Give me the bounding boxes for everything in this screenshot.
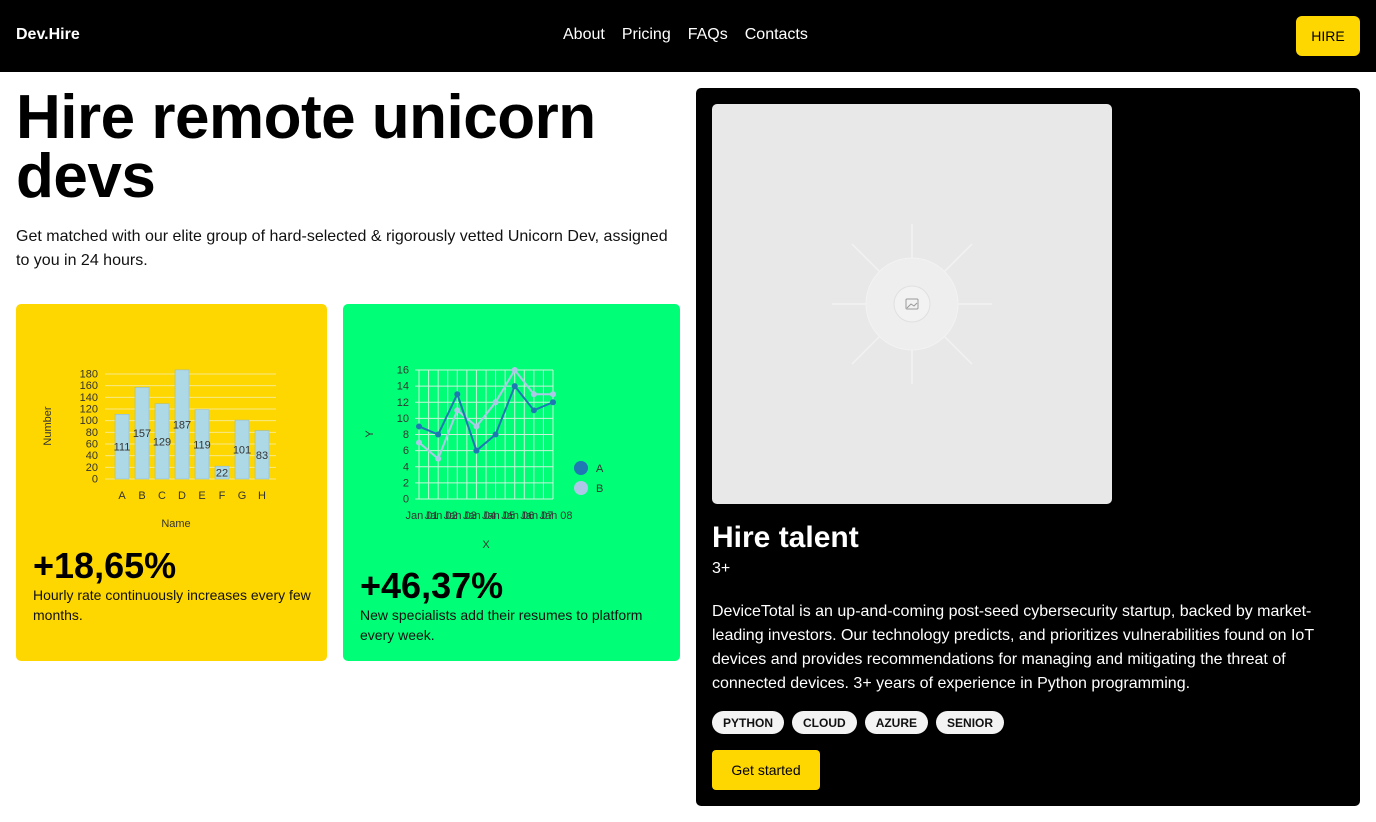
tag-senior[interactable]: SENIOR	[936, 711, 1005, 734]
y-tick-label: 20	[86, 462, 98, 474]
talent-image-placeholder	[712, 104, 1112, 504]
data-point-A	[473, 447, 480, 454]
data-point-B	[416, 439, 422, 446]
legend-marker-B	[574, 481, 588, 495]
y-tick-label: 16	[397, 365, 409, 377]
nav-link-contacts[interactable]: Contacts	[745, 26, 808, 44]
bar-data-label: 22	[216, 468, 228, 480]
y-tick-label: 0	[403, 494, 409, 506]
y-axis-label: Y	[364, 430, 376, 438]
y-tick-label: 180	[80, 369, 98, 381]
legend-label-B: B	[596, 483, 603, 495]
stat-value: +46,37%	[360, 565, 504, 606]
tag-azure[interactable]: AZURE	[864, 711, 929, 734]
y-tick-label: 80	[86, 427, 98, 439]
data-point-A	[454, 391, 461, 398]
bar-data-label: 129	[153, 436, 171, 448]
stat-description: Hourly rate continuously increases every…	[33, 587, 311, 623]
nav-link-pricing[interactable]: Pricing	[622, 26, 671, 44]
bar-data-label: 187	[173, 419, 191, 431]
image-placeholder-icon	[832, 224, 992, 384]
stat-value: +18,65%	[33, 545, 177, 586]
hero-subtitle: Get matched with our elite group of hard…	[16, 228, 668, 269]
talent-description: DeviceTotal is an up-and-coming post-see…	[712, 603, 1314, 692]
tag-cloud[interactable]: CLOUD	[792, 711, 857, 734]
stat-card-new-specialists: 0 2 4 6 8 10 12 14 16 Jan 01 Jan 02 Jan 03 Jan 04 Jan…	[343, 304, 680, 661]
x-axis-label: Name	[161, 518, 190, 530]
y-tick-label: 4	[403, 461, 409, 473]
data-point-B	[492, 399, 499, 406]
data-point-B	[454, 407, 461, 414]
legend-marker-A	[574, 461, 588, 475]
y-tick-label: 8	[403, 429, 409, 441]
hero-title: Hire remote unicorn devs	[16, 83, 596, 211]
y-tick-label: 10	[397, 413, 409, 425]
nav-link-about[interactable]: About	[563, 26, 605, 44]
x-tick-label: G	[238, 490, 247, 502]
x-tick-label: Jan 08	[539, 510, 572, 522]
x-tick-label: E	[198, 490, 205, 502]
data-point-A	[435, 431, 442, 438]
legend-label-A: A	[596, 463, 604, 475]
data-point-B	[435, 455, 442, 462]
hire-button[interactable]: HIRE	[1296, 16, 1360, 56]
x-tick-label: D	[178, 490, 186, 502]
x-tick-label: A	[118, 490, 126, 502]
data-point-B	[550, 391, 556, 398]
x-tick-label: F	[219, 490, 226, 502]
brand-logo[interactable]: Dev.Hire	[16, 26, 80, 44]
data-point-A	[530, 407, 537, 414]
bar-data-label: 157	[133, 428, 151, 440]
talent-title: Hire talent	[712, 521, 859, 554]
y-tick-label: 12	[397, 397, 409, 409]
top-navbar: Dev.Hire About Pricing FAQs Contacts HIR…	[0, 0, 1376, 72]
x-axis-label: X	[482, 539, 490, 551]
data-point-B	[530, 391, 537, 398]
x-tick-label: H	[258, 490, 266, 502]
y-tick-label: 6	[403, 445, 409, 457]
data-point-A	[492, 431, 499, 438]
y-tick-label: 60	[86, 439, 98, 451]
nav-links: About Pricing FAQs Contacts	[563, 26, 808, 44]
bar-data-label: 83	[256, 450, 268, 462]
x-tick-label: B	[138, 490, 145, 502]
bar-chart: 020406080100120140160180 111 A 157 B 129 C 187 D…	[42, 369, 276, 530]
x-tick-label: C	[158, 490, 166, 502]
y-tick-label: 120	[80, 404, 98, 416]
bar-data-label: 101	[233, 445, 251, 457]
data-point-A	[416, 423, 422, 430]
y-tick-label: 2	[403, 477, 409, 489]
y-axis-label: Number	[42, 406, 54, 445]
data-point-B	[473, 423, 480, 430]
data-point-A	[550, 399, 556, 406]
skill-tags: PYTHON CLOUD AZURE SENIOR	[712, 711, 1005, 734]
line-chart: 0246810121416Jan 01Jan 02Jan 03Jan 04Jan…	[364, 365, 604, 552]
stat-description: New specialists add their resumes to pla…	[360, 607, 643, 643]
data-point-B	[511, 367, 518, 373]
stat-card-hourly-rate: 0 20 40 60 80 100 120 140 160 180 111 A 157 B 129 C 187 D…	[16, 304, 327, 661]
y-tick-label: 14	[397, 381, 409, 393]
y-tick-label: 0	[92, 474, 98, 486]
y-tick-label: 160	[80, 380, 98, 392]
y-tick-label: 100	[80, 415, 98, 427]
y-tick-label: 140	[80, 392, 98, 404]
tag-python[interactable]: PYTHON	[712, 711, 785, 734]
data-point-A	[511, 383, 518, 390]
talent-card: Hire talent 3+ DeviceTotal is an up-and-…	[696, 88, 1360, 806]
bar-data-label: 111	[114, 442, 131, 454]
talent-experience: 3+	[712, 560, 731, 577]
y-tick-label: 40	[86, 450, 98, 462]
nav-link-faqs[interactable]: FAQs	[688, 26, 728, 44]
bar-data-label: 119	[193, 439, 211, 451]
get-started-button[interactable]: Get started	[712, 750, 820, 790]
